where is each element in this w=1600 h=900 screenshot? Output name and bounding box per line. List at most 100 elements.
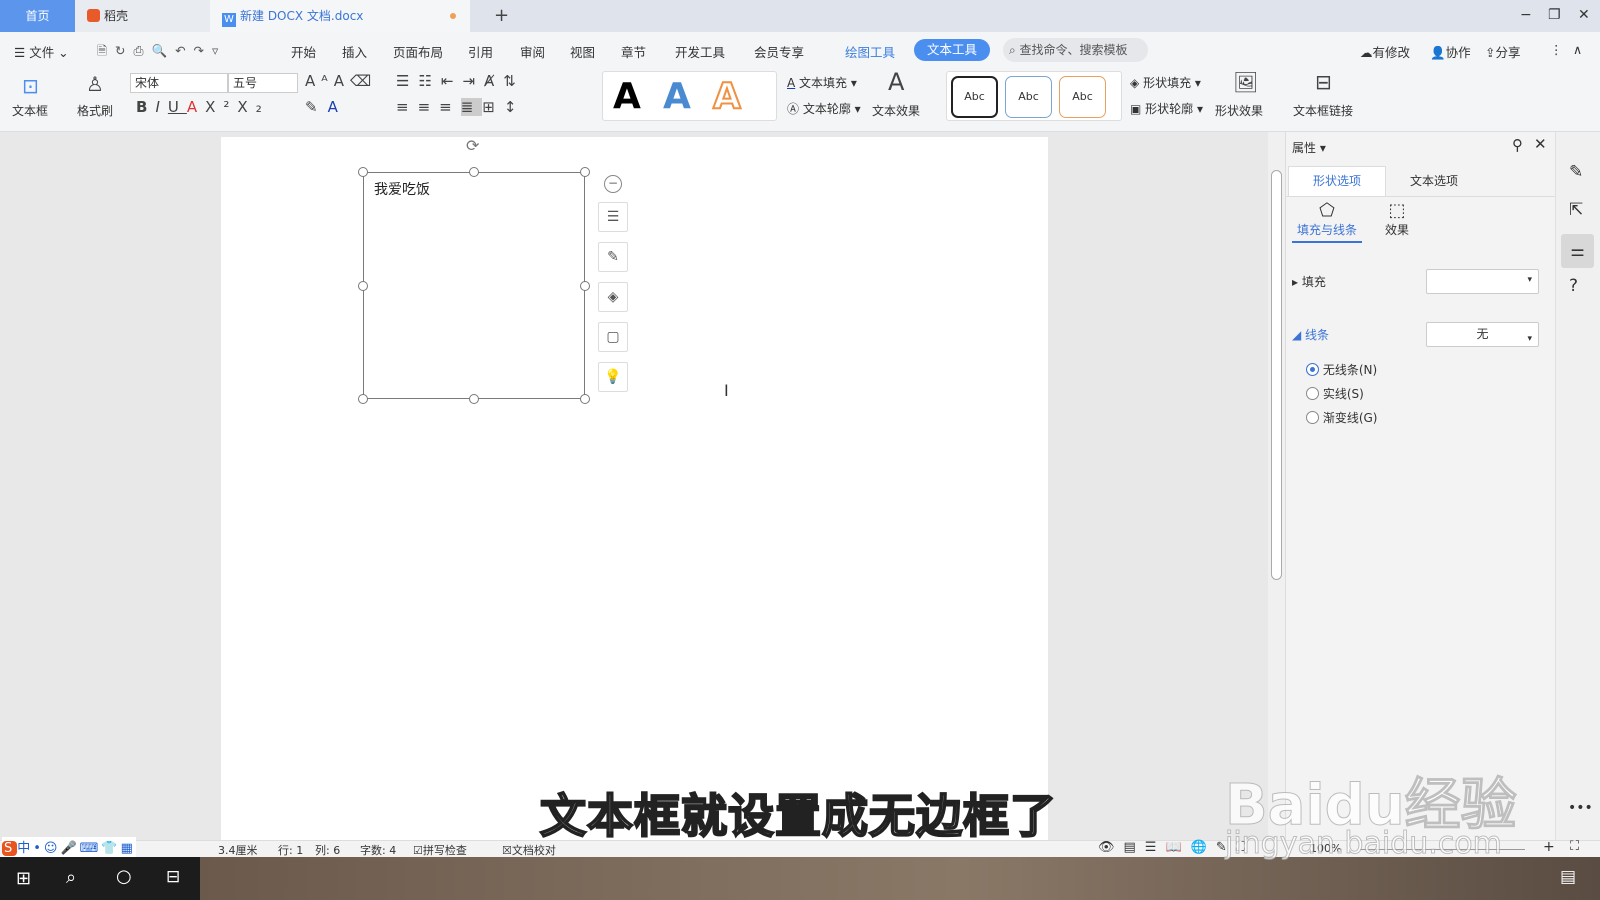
vertical-scrollbar[interactable] [1268,132,1285,840]
shape-style-black[interactable]: Abc [951,76,998,118]
text-fill-button[interactable]: A 文本填充 ▾ [787,74,857,91]
scrollbar-thumb[interactable] [1271,170,1282,580]
new-tab-button[interactable]: + [482,0,509,32]
lightbulb-icon[interactable]: 💡 [598,362,628,392]
pen-icon[interactable]: ✎ [598,242,628,272]
resize-handle[interactable] [580,394,590,404]
menu-member[interactable]: 会员专享 [754,42,804,61]
status-words[interactable]: 字数: 4 [360,842,396,858]
wordart-blue[interactable]: A [663,76,691,117]
menu-insert[interactable]: 插入 [342,42,367,61]
more-dots-icon[interactable]: ••• [1568,800,1593,816]
font-select[interactable]: 宋体 [130,73,228,93]
help-icon[interactable]: ? [1569,276,1578,296]
minimize-button[interactable]: − [1520,7,1532,23]
resize-handle[interactable] [358,394,368,404]
panel-title[interactable]: 属性 ▾ [1292,139,1326,156]
textbox[interactable]: 我爱吃饭 [363,172,585,399]
zoom-in-icon[interactable]: + [1543,839,1555,855]
taskbar-search-icon[interactable]: ⌕ [66,867,76,888]
menu-text-tools[interactable]: 文本工具 [914,39,990,61]
shape-style-blue[interactable]: Abc [1005,76,1052,118]
fill-section-toggle[interactable]: ▸ 填充 [1292,273,1326,290]
menu-chapter[interactable]: 章节 [621,42,646,61]
menu-references[interactable]: 引用 [468,42,493,61]
select-cursor-icon[interactable]: ⇱ [1569,200,1583,220]
edit-pen-icon[interactable]: ✎ [1569,162,1583,182]
text-effect-button[interactable]: 文本效果 [872,102,920,119]
shape-style-orange[interactable]: Abc [1059,76,1106,118]
tab-daoke[interactable]: 稻壳 [75,0,210,32]
radio-no-line[interactable]: 无线条(N) [1306,361,1377,378]
spell-check-button[interactable]: ☑拼写检查 [413,842,467,858]
tab-text-options[interactable]: 文本选项 [1386,166,1482,196]
textbox-content[interactable]: 我爱吃饭 [374,179,430,199]
menu-start[interactable]: 开始 [291,42,316,61]
layout-options-icon[interactable]: ☰ [598,202,628,232]
more-icon[interactable]: ⋮ [1550,42,1563,57]
collapse-toolbar-icon[interactable]: − [604,175,622,193]
document-page[interactable] [221,137,1048,840]
fill-bucket-icon[interactable]: ◈ [598,282,628,312]
fullscreen-icon[interactable]: ⛶ [1570,839,1579,854]
resize-handle[interactable] [469,394,479,404]
shape-effect-button[interactable]: 形状效果 [1215,102,1263,119]
close-panel-icon[interactable]: ✕ [1534,135,1547,153]
task-view-icon[interactable]: ⊟ [166,867,180,887]
collab-button[interactable]: 👤协作 [1430,42,1471,61]
menu-page-layout[interactable]: 页面布局 [393,42,443,61]
resize-handle[interactable] [580,281,590,291]
resize-handle[interactable] [358,281,368,291]
list-indent-icons[interactable]: ☰☷⇤⇥Ⱥ⇅ [396,72,525,90]
wordart-orange[interactable]: A [712,75,742,118]
resize-handle[interactable] [469,167,479,177]
tab-document[interactable]: W 新建 DOCX 文档.docx [210,0,470,32]
shape-fill-button[interactable]: ◈ 形状填充 ▾ [1130,74,1201,91]
menu-developer[interactable]: 开发工具 [675,42,725,61]
alignment-icons[interactable]: ≡≡≡≣⊞↕ [396,98,525,116]
menu-view[interactable]: 视图 [570,42,595,61]
line-section-toggle[interactable]: ◢ 线条 [1292,326,1329,343]
border-icon[interactable]: ▢ [598,322,628,352]
menu-drawing-tools[interactable]: 绘图工具 [845,42,895,61]
line-select[interactable]: 无 ▾ [1426,322,1539,347]
radio-gradient-line[interactable]: 渐变线(G) [1306,409,1378,426]
tab-shape-options[interactable]: 形状选项 [1288,166,1386,196]
font-size-select[interactable]: 五号 [228,73,298,93]
modified-button[interactable]: ☁有修改 [1360,42,1410,61]
share-icon: ⇪ [1485,45,1496,60]
ime-toolbar-icons[interactable]: S 中•☺🎤⌨👕▦ [2,837,136,858]
tab-home[interactable]: 首页 [0,0,75,32]
search-icon: ⌕ [1009,43,1020,57]
restore-button[interactable]: ❐ [1548,7,1561,23]
textbox-link-button[interactable]: 文本框链接 [1293,102,1353,119]
windows-start-icon[interactable]: ⊞ [16,868,31,889]
close-window-button[interactable]: ✕ [1578,7,1590,23]
wordart-gallery[interactable]: A A A [602,71,777,121]
font-grow-shrink-clear-icons[interactable]: AᴬA⌫ [305,72,377,90]
resize-handle[interactable] [580,167,590,177]
search-box[interactable]: ⌕ 查找命令、搜索模板 [1003,38,1148,62]
file-menu[interactable]: ☰ 文件 ⌄ [14,42,69,61]
radio-solid-line[interactable]: 实线(S) [1306,385,1364,402]
rotate-handle-icon[interactable]: ⟳ [466,136,479,155]
bold-italic-underline-icons[interactable]: BIUAX²X₂ [136,98,270,116]
properties-sliders-icon[interactable]: ⚌ [1561,234,1594,268]
menu-review[interactable]: 审阅 [520,42,545,61]
collapse-ribbon-icon[interactable]: ∧ [1573,42,1582,57]
pin-icon[interactable]: ⚲ [1512,136,1523,154]
notification-icon[interactable]: ▤ [1560,867,1576,887]
subtab-effect[interactable]: ⬚ 效果 [1372,200,1422,238]
share-button[interactable]: ⇪分享 [1485,42,1521,61]
shape-outline-button[interactable]: ▣ 形状轮廓 ▾ [1130,100,1203,117]
text-outline-button[interactable]: Ⓐ 文本轮廓 ▾ [787,100,861,117]
cortana-icon[interactable]: ○ [116,866,132,887]
highlight-fontcolor-icons[interactable]: ✎A [305,98,348,116]
fill-select[interactable]: ▾ [1426,269,1539,294]
resize-handle[interactable] [358,167,368,177]
format-painter-button[interactable]: 格式刷 [77,102,113,119]
wordart-black[interactable]: A [613,76,641,117]
subtab-fill-line[interactable]: ⬠ 填充与线条 [1292,200,1362,243]
quick-access-icons[interactable]: 🗎↻⎙🔍↶↷▿ [97,42,226,63]
textbox-button[interactable]: 文本框 [12,102,48,119]
